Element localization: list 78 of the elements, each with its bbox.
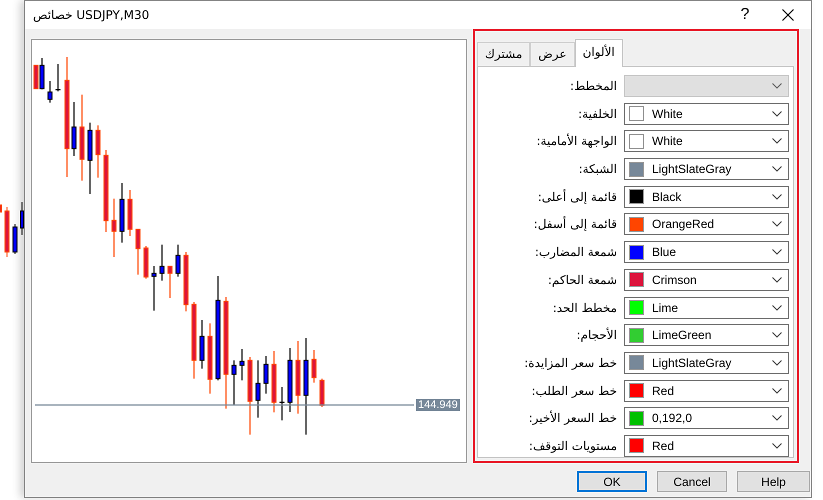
color-dropdown[interactable]: LimeGreen (624, 324, 789, 346)
setting-label: خط سعر الطلب: (531, 382, 617, 400)
caret-icon (772, 276, 782, 283)
caret-icon (772, 360, 782, 366)
candlestick (152, 266, 156, 311)
candlestick (280, 387, 284, 420)
setting-label: الخلفية: (578, 106, 617, 123)
candlestick (232, 360, 236, 406)
candlestick (208, 323, 212, 394)
candlestick (312, 350, 316, 383)
dialog-button[interactable]: Help (737, 471, 810, 492)
caret-icon (772, 83, 782, 89)
help-button[interactable]: ? (725, 1, 765, 29)
candlestick (200, 320, 204, 369)
caret-icon (772, 442, 782, 449)
candlestick (240, 349, 244, 380)
caret-icon (772, 332, 782, 338)
color-dropdown[interactable]: LightSlateGray (624, 352, 789, 374)
caret-icon (772, 138, 782, 144)
candlestick (272, 351, 276, 412)
setting-label: خط سعر المزايدة: (524, 354, 617, 372)
color-dropdown[interactable]: LightSlateGray (624, 158, 789, 180)
setting-label: المخطط: (570, 78, 617, 95)
setting-label: شمعة الحاكم: (548, 272, 617, 289)
setting-label: خط السعر الأخير: (528, 410, 617, 428)
candlestick (184, 252, 188, 312)
candlestick (128, 190, 132, 236)
candlestick (320, 378, 324, 407)
price-label: 144.949 (416, 399, 460, 411)
background-chart-drawing (0, 202, 24, 258)
candlestick (264, 356, 268, 394)
tab[interactable]: مشترك (477, 42, 530, 66)
caret-icon (772, 221, 782, 228)
candlestick (56, 64, 60, 92)
candlestick (256, 360, 260, 418)
dialog-button[interactable]: OK (577, 471, 647, 492)
setting-label: الشبكة: (578, 161, 617, 178)
color-dropdown[interactable]: Red (624, 434, 789, 457)
candlestick (160, 244, 164, 281)
candlestick (176, 244, 180, 277)
color-dropdown[interactable]: Blue (624, 241, 789, 264)
candlestick (72, 102, 76, 156)
color-dropdown[interactable]: Red (624, 380, 789, 402)
color-dropdown[interactable]: OrangeRed (624, 213, 789, 236)
caret-icon (772, 166, 782, 172)
caret-icon (772, 415, 782, 422)
color-dropdown[interactable]: White (624, 102, 789, 125)
candlestick (48, 81, 52, 103)
color-dropdown[interactable]: Lime (624, 296, 789, 318)
caret-icon (772, 110, 782, 117)
caret-icon (772, 304, 782, 310)
window-title: خصائص USDJPY,M30 (33, 7, 150, 24)
color-dropdown[interactable]: Crimson (624, 268, 789, 291)
caret-icon (772, 249, 782, 256)
setting-label: مستويات التوقف: (528, 438, 617, 455)
caret-icon (772, 388, 782, 394)
tab[interactable]: عرض (530, 42, 575, 66)
color-dropdown[interactable]: White (624, 130, 789, 152)
setting-label: الأحجام: (576, 326, 617, 344)
close-icon (782, 9, 794, 21)
setting-label: قائمة إلى أعلى: (538, 188, 617, 206)
setting-label: الواجهة الأمامية: (536, 132, 617, 150)
candlestick (96, 125, 100, 178)
tab[interactable]: الألوان (574, 39, 623, 67)
candlestick (136, 228, 140, 275)
color-dropdown[interactable]: Black (624, 186, 789, 208)
candlestick (88, 122, 92, 194)
caret-icon (772, 194, 782, 200)
candlestick (288, 348, 292, 412)
setting-label: مخطط الحد: (552, 300, 617, 316)
color-dropdown[interactable]: 0,192,0 (624, 407, 789, 430)
setting-label: قائمة إلى أسفل: (534, 215, 617, 234)
dialog-button[interactable]: Cancel (657, 471, 727, 492)
candlestick (112, 198, 116, 257)
candlestick (144, 246, 148, 279)
candlestick (168, 266, 172, 298)
candlestick (120, 183, 124, 243)
setting-label: شمعة المضارب: (534, 244, 617, 262)
